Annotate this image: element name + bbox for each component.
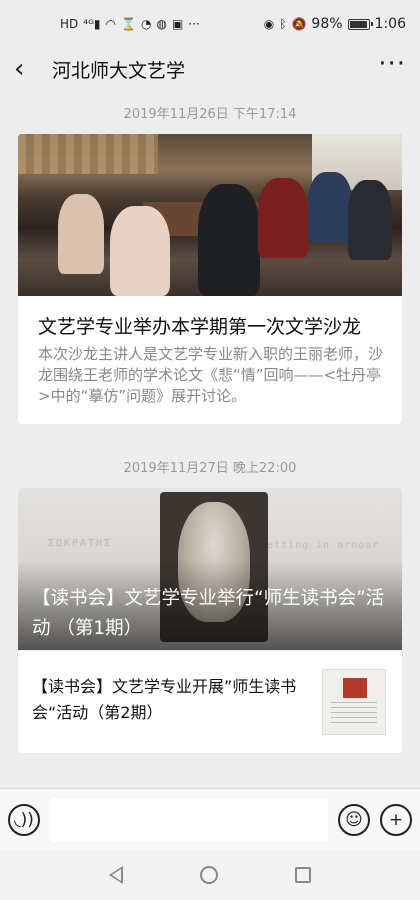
system-recents-icon[interactable]	[295, 867, 312, 883]
signal-4g-icon: ⁴ᴳ▮	[83, 17, 101, 31]
sub-article-thumbnail	[322, 669, 386, 735]
app-icon: ◔	[140, 17, 152, 31]
hourglass-icon: ⌛	[121, 17, 136, 31]
message-timestamp: 2019年11月27日 晚上22:00	[123, 461, 297, 476]
wechat-icon: ◍	[156, 17, 167, 31]
divider	[18, 650, 402, 651]
plus-icon[interactable]: +	[380, 803, 412, 836]
emoji-icon[interactable]: ☺	[338, 803, 370, 836]
more-notifications-icon: ···	[188, 17, 200, 31]
wifi-icon: ◠	[105, 17, 117, 31]
battery-percent: 98%	[311, 16, 343, 32]
article-cover-image	[18, 134, 402, 296]
battery-icon	[347, 18, 373, 30]
article-title: 文艺学专业举办本学期第一次文学沙龙	[38, 316, 362, 338]
status-icons-left: HD ⁴ᴳ▮ ◠ ⌛ ◔ ◍ ▣ ···	[60, 18, 200, 30]
more-dots-icon[interactable]: ···	[378, 51, 406, 79]
clock: 1:06	[374, 16, 406, 32]
status-icons-right: ◉ ᛒ 🔕 98% 1:06	[264, 16, 406, 32]
status-bar: HD ⁴ᴳ▮ ◠ ⌛ ◔ ◍ ▣ ··· ◉ ᛒ 🔕 98% 1:06	[0, 0, 420, 48]
article-cover-image: ΣΩΚΡΑΤΗΣ setting in armour 【读书会】文艺学专业举行“…	[18, 488, 402, 650]
eye-icon: ◉	[263, 17, 275, 31]
system-back-icon[interactable]	[108, 866, 123, 884]
mute-icon: 🔕	[291, 17, 307, 31]
chevron-left-icon[interactable]: ‹	[14, 54, 46, 84]
system-nav-bar	[0, 850, 420, 900]
message-input[interactable]	[50, 797, 328, 842]
voice-icon[interactable]: ◟))	[8, 803, 40, 836]
sub-article-title[interactable]: 【读书会】文艺学专业开展”师生读书会“活动（第2期）	[32, 674, 312, 726]
article-description: 本次沙龙主讲人是文艺学专业新入职的王丽老师，沙龙围绕王老师的学术论文《悲“情”回…	[38, 345, 384, 405]
nav-bar: ‹ 河北师大文艺学 ···	[0, 48, 420, 90]
message-timestamp: 2019年11月26日 下午17:14	[123, 107, 297, 122]
page-title: 河北师大文艺学	[52, 59, 186, 82]
article-card-multi[interactable]: ΣΩΚΡΑΤΗΣ setting in armour 【读书会】文艺学专业举行“…	[18, 488, 402, 753]
bluetooth-icon: ᛒ	[279, 17, 287, 31]
notification-icon: ▣	[171, 17, 184, 31]
article-card[interactable]: 文艺学专业举办本学期第一次文学沙龙 本次沙龙主讲人是文艺学专业新入职的王丽老师，…	[18, 134, 402, 424]
article-title: 【读书会】文艺学专业举行“师生读书会”活动 （第1期）	[32, 588, 385, 639]
hd-icon: HD	[60, 17, 79, 31]
system-home-icon[interactable]	[199, 866, 218, 884]
chat-input-bar: ◟)) ☺ +	[0, 788, 420, 850]
